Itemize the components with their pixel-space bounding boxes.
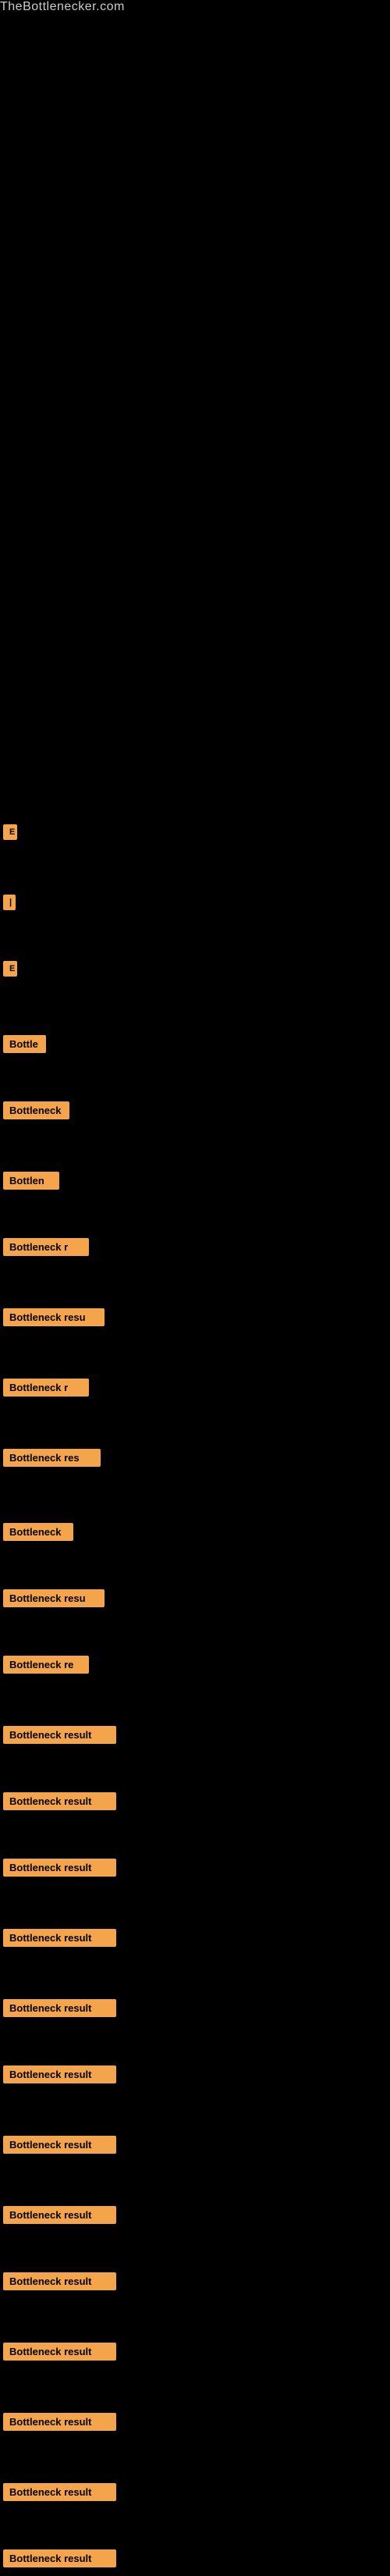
bottleneck-label-2: | — [3, 895, 16, 910]
bottleneck-item-5: Bottleneck — [3, 1097, 69, 1128]
bottleneck-item-8: Bottleneck resu — [3, 1304, 105, 1335]
bottleneck-item-2: | — [3, 890, 16, 919]
bottleneck-item-15: Bottleneck result — [3, 1788, 116, 1819]
bottleneck-item-9: Bottleneck r — [3, 1374, 89, 1405]
bottleneck-label-10: Bottleneck res — [3, 1449, 101, 1467]
bottleneck-label-5: Bottleneck — [3, 1101, 69, 1119]
bottleneck-label-3: E — [3, 961, 17, 977]
bottleneck-label-24: Bottleneck result — [3, 2413, 116, 2431]
bottleneck-item-6: Bottlen — [3, 1167, 59, 1198]
bottleneck-label-11: Bottleneck — [3, 1523, 73, 1541]
bottleneck-label-25: Bottleneck result — [3, 2483, 116, 2501]
bottleneck-label-8: Bottleneck resu — [3, 1308, 105, 1326]
bottleneck-label-6: Bottlen — [3, 1172, 59, 1190]
bottleneck-label-26: Bottleneck result — [3, 2549, 116, 2567]
bottleneck-item-25: Bottleneck result — [3, 2478, 116, 2510]
bottleneck-item-17: Bottleneck result — [3, 1924, 116, 1955]
bottleneck-label-9: Bottleneck r — [3, 1379, 89, 1397]
bottleneck-item-13: Bottleneck re — [3, 1651, 89, 1682]
bottleneck-item-24: Bottleneck result — [3, 2408, 116, 2439]
bottleneck-label-16: Bottleneck result — [3, 1859, 116, 1877]
bottleneck-item-26: Bottleneck result — [3, 2545, 116, 2576]
bottleneck-item-23: Bottleneck result — [3, 2338, 116, 2369]
bottleneck-item-7: Bottleneck r — [3, 1233, 89, 1265]
bottleneck-item-19: Bottleneck result — [3, 2061, 116, 2092]
bottleneck-label-14: Bottleneck result — [3, 1726, 116, 1744]
bottleneck-label-19: Bottleneck result — [3, 2065, 116, 2083]
bottleneck-item-14: Bottleneck result — [3, 1721, 116, 1752]
bottleneck-item-20: Bottleneck result — [3, 2131, 116, 2162]
bottleneck-label-23: Bottleneck result — [3, 2343, 116, 2361]
bottleneck-label-17: Bottleneck result — [3, 1929, 116, 1947]
site-header: TheBottlenecker.com — [0, 0, 390, 14]
bottleneck-label-4: Bottle — [3, 1035, 46, 1053]
bottleneck-label-21: Bottleneck result — [3, 2206, 116, 2224]
bottleneck-label-1: E — [3, 824, 17, 840]
bottleneck-label-15: Bottleneck result — [3, 1792, 116, 1810]
bottleneck-label-18: Bottleneck result — [3, 1999, 116, 2017]
bottleneck-label-22: Bottleneck result — [3, 2272, 116, 2290]
bottleneck-item-21: Bottleneck result — [3, 2201, 116, 2233]
bottleneck-item-16: Bottleneck result — [3, 1854, 116, 1885]
bottleneck-item-10: Bottleneck res — [3, 1444, 101, 1475]
bottleneck-item-18: Bottleneck result — [3, 1994, 116, 2026]
bottleneck-item-12: Bottleneck resu — [3, 1585, 105, 1616]
bottleneck-label-12: Bottleneck resu — [3, 1589, 105, 1607]
bottleneck-item-1: E — [3, 820, 17, 849]
bottleneck-item-11: Bottleneck — [3, 1518, 73, 1550]
bottleneck-item-3: E — [3, 956, 17, 985]
bottleneck-label-20: Bottleneck result — [3, 2136, 116, 2154]
site-title: TheBottlenecker.com — [0, 0, 125, 13]
bottleneck-item-4: Bottle — [3, 1030, 46, 1062]
bottleneck-label-7: Bottleneck r — [3, 1238, 89, 1256]
bottleneck-label-13: Bottleneck re — [3, 1656, 89, 1674]
bottleneck-item-22: Bottleneck result — [3, 2268, 116, 2299]
